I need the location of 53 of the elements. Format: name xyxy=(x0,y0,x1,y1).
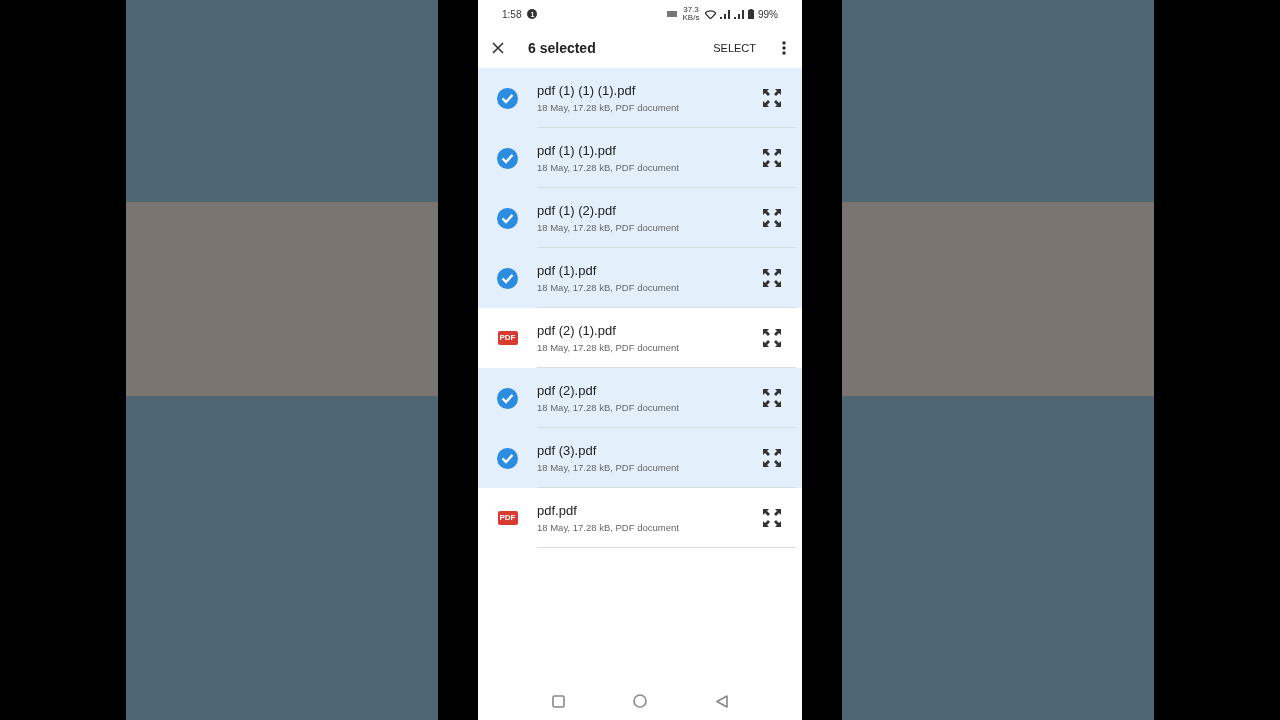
check-circle-icon[interactable] xyxy=(497,267,518,289)
file-details: 18 May, 17.28 kB, PDF document xyxy=(537,341,680,353)
signal-icon xyxy=(734,9,744,19)
file-name: pdf (2) (1).pdf xyxy=(537,322,617,338)
file-row[interactable]: pdf (3).pdf 18 May, 17.28 kB, PDF document xyxy=(478,428,802,488)
expand-icon[interactable] xyxy=(762,447,782,468)
expand-icon[interactable] xyxy=(762,87,782,108)
selection-count: 6 selected xyxy=(528,40,597,56)
expand-icon[interactable] xyxy=(762,387,782,408)
recents-icon[interactable] xyxy=(552,694,566,708)
expand-icon[interactable] xyxy=(762,267,782,288)
file-details: 18 May, 17.28 kB, PDF document xyxy=(537,221,680,233)
volte-icon xyxy=(667,10,677,18)
file-row[interactable]: pdf (1) (1) (1).pdf 18 May, 17.28 kB, PDF document xyxy=(478,68,802,128)
file-row[interactable]: pdf (1) (1).pdf 18 May, 17.28 kB, PDF document xyxy=(478,128,802,188)
expand-icon[interactable] xyxy=(762,327,782,348)
network-speed: 37.3 KB/s xyxy=(681,6,701,22)
signal-icon xyxy=(720,9,730,19)
file-details: 18 May, 17.28 kB, PDF document xyxy=(537,101,680,113)
file-name: pdf (3).pdf xyxy=(537,442,598,458)
file-name: pdf (1) (1).pdf xyxy=(537,142,617,158)
file-row[interactable]: pdf (2).pdf 18 May, 17.28 kB, PDF document xyxy=(478,368,802,428)
file-name: pdf (1) (2).pdf xyxy=(537,202,617,218)
file-name: pdf (1) (1) (1).pdf xyxy=(537,82,637,98)
expand-icon[interactable] xyxy=(762,147,782,168)
file-details: 18 May, 17.28 kB, PDF document xyxy=(537,521,680,533)
home-icon[interactable] xyxy=(633,694,648,708)
expand-icon[interactable] xyxy=(762,207,782,228)
pdf-file-icon: PDF xyxy=(497,331,518,345)
check-circle-icon[interactable] xyxy=(497,147,518,169)
battery-level: 99% xyxy=(758,8,778,20)
select-button[interactable]: SELECT xyxy=(709,38,760,58)
expand-icon[interactable] xyxy=(762,507,782,528)
file-details: 18 May, 17.28 kB, PDF document xyxy=(537,401,680,413)
back-icon[interactable] xyxy=(715,694,728,708)
file-details: 18 May, 17.28 kB, PDF document xyxy=(537,161,680,173)
file-row[interactable]: pdf (1) (2).pdf 18 May, 17.28 kB, PDF document xyxy=(478,188,802,248)
file-details: 18 May, 17.28 kB, PDF document xyxy=(537,461,680,473)
clock-time: 1:58 xyxy=(502,8,522,20)
check-circle-icon[interactable] xyxy=(497,87,518,109)
close-icon[interactable] xyxy=(492,42,504,54)
check-circle-icon[interactable] xyxy=(497,207,518,229)
pdf-file-icon: PDF xyxy=(497,511,518,525)
file-details: 18 May, 17.28 kB, PDF document xyxy=(537,281,680,293)
check-circle-icon[interactable] xyxy=(497,387,518,409)
file-name: pdf (1).pdf xyxy=(537,262,598,278)
wifi-icon xyxy=(705,9,716,19)
check-circle-icon[interactable] xyxy=(497,447,518,469)
file-name: pdf.pdf xyxy=(537,502,578,518)
file-name: pdf (2).pdf xyxy=(537,382,598,398)
battery-icon xyxy=(748,9,754,19)
more-options-icon[interactable] xyxy=(782,41,786,55)
file-row[interactable]: pdf (1).pdf 18 May, 17.28 kB, PDF document xyxy=(478,248,802,308)
